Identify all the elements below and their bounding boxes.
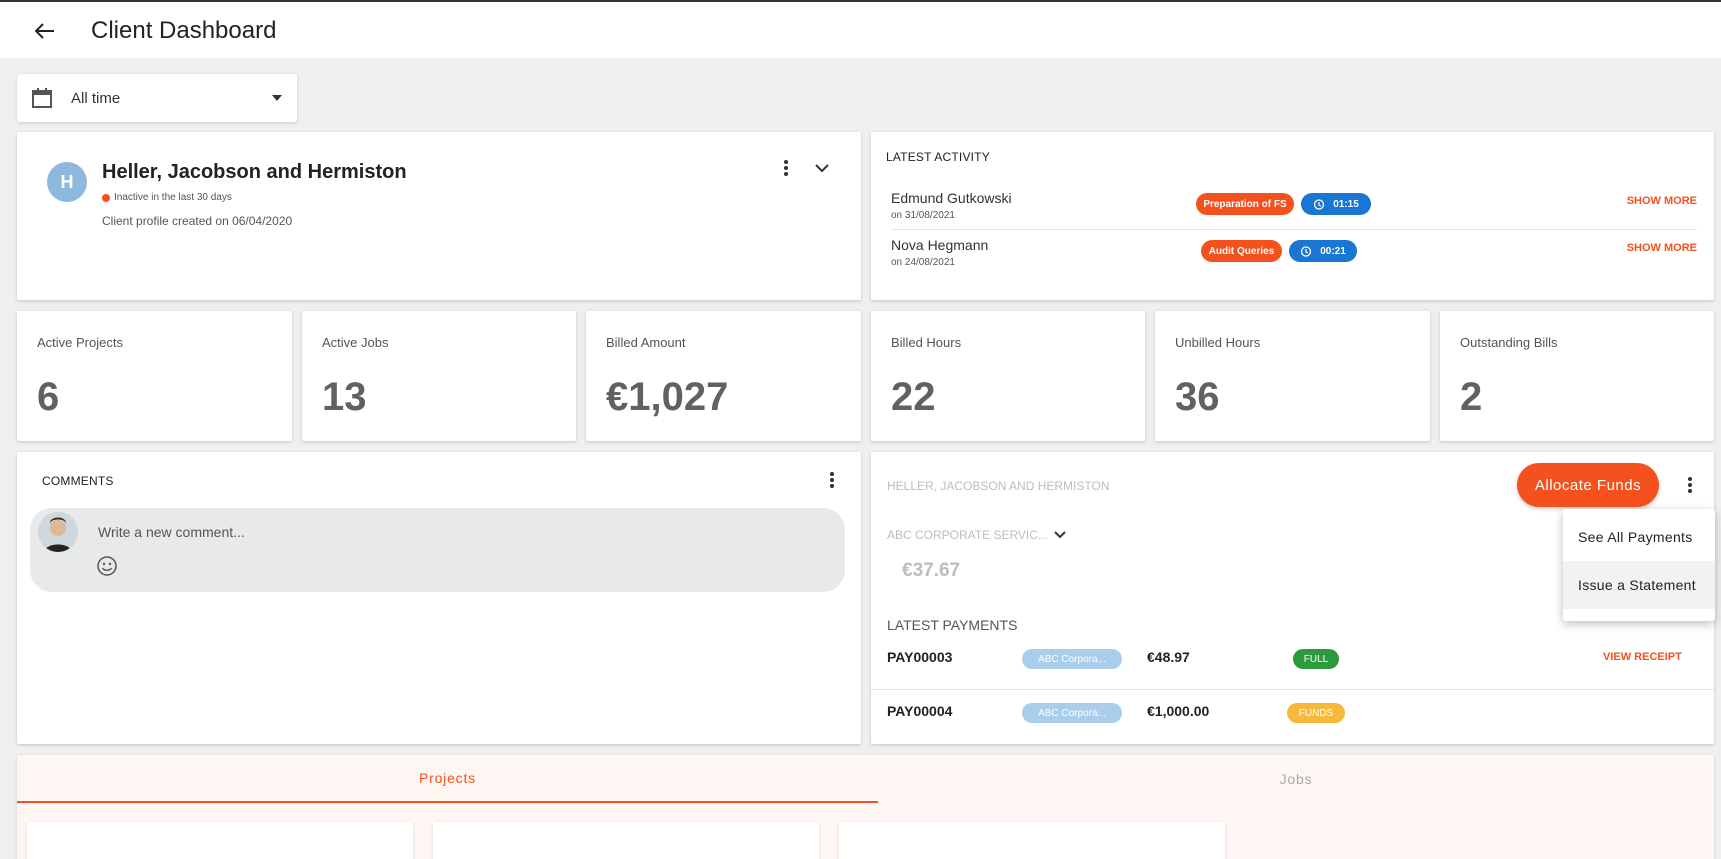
caret-down-icon: [272, 95, 282, 101]
chevron-down-icon: [815, 163, 829, 172]
account-select-value: ABC CORPORATE SERVIC...: [887, 528, 1048, 542]
client-name: Heller, Jacobson and Hermiston: [102, 161, 407, 183]
emoji-button[interactable]: [96, 555, 118, 577]
stat-value: 36: [1175, 375, 1220, 419]
comments-title: COMMENTS: [42, 474, 114, 488]
activity-time-chip: 00:21: [1289, 240, 1357, 262]
stat-card-unbilled-hours: Unbilled Hours 36: [1155, 311, 1430, 441]
menu-item-issue-statement[interactable]: Issue a Statement: [1563, 561, 1715, 609]
show-more-link[interactable]: SHOW MORE: [1627, 242, 1697, 254]
more-vert-icon: [830, 472, 834, 488]
allocate-funds-button[interactable]: Allocate Funds: [1517, 463, 1659, 507]
activity-user-name: Nova Hegmann: [891, 237, 989, 253]
stat-card-active-jobs: Active Jobs 13: [302, 311, 576, 441]
back-button[interactable]: [30, 16, 60, 46]
activity-date: on 24/08/2021: [891, 257, 955, 268]
payment-row: PAY00003 ABC Corpora... €48.97 FULL VIEW…: [871, 640, 1714, 680]
client-status-text: Inactive in the last 30 days: [114, 192, 232, 203]
stat-card-billed-hours: Billed Hours 22: [871, 311, 1145, 441]
user-avatar: [38, 512, 78, 552]
payment-account-chip: ABC Corpora...: [1022, 703, 1122, 723]
activity-time: 01:15: [1333, 198, 1359, 210]
top-bar: Client Dashboard: [0, 0, 1721, 58]
alarm-clock-icon: [1301, 246, 1312, 257]
activity-time: 00:21: [1320, 245, 1346, 257]
activity-date: on 31/08/2021: [891, 210, 955, 221]
comment-composer[interactable]: Write a new comment...: [30, 508, 845, 592]
tab-jobs[interactable]: Jobs: [878, 755, 1714, 803]
payments-client-name: HELLER, JACOBSON AND HERMISTON: [887, 479, 1110, 493]
account-dropdown-button[interactable]: [1046, 521, 1074, 549]
project-card[interactable]: [433, 822, 819, 859]
stat-card-outstanding-bills: Outstanding Bills 2: [1440, 311, 1714, 441]
comment-input[interactable]: Write a new comment...: [98, 524, 245, 540]
stat-label: Billed Amount: [606, 335, 686, 350]
comments-more-button[interactable]: [818, 466, 846, 494]
payment-id: PAY00004: [887, 703, 953, 719]
page-title: Client Dashboard: [91, 17, 277, 44]
account-select[interactable]: ABC CORPORATE SERVIC...: [887, 528, 1048, 542]
client-info-card: H Heller, Jacobson and Hermiston Inactiv…: [17, 132, 861, 300]
stat-card-active-projects: Active Projects 6: [17, 311, 292, 441]
payment-status-badge: FUNDS: [1287, 703, 1345, 723]
payment-row: PAY00004 ABC Corpora... €1,000.00 FUNDS: [871, 694, 1714, 734]
stat-value: 22: [891, 375, 936, 419]
client-expand-button[interactable]: [808, 154, 836, 182]
show-more-link[interactable]: SHOW MORE: [1627, 195, 1697, 207]
tabs-panel: Projects Jobs: [17, 755, 1714, 859]
activity-time-chip: 01:15: [1301, 193, 1371, 215]
divider: [891, 229, 1697, 230]
arrow-left-icon: [35, 23, 54, 39]
client-created-date: Client profile created on 06/04/2020: [102, 214, 293, 228]
payment-status-badge: FULL: [1293, 649, 1339, 669]
stat-label: Active Projects: [37, 335, 123, 350]
menu-item-see-all-payments[interactable]: See All Payments: [1563, 513, 1715, 561]
stat-label: Billed Hours: [891, 335, 962, 350]
status-dot: [102, 193, 110, 202]
client-avatar: H: [47, 162, 87, 202]
latest-activity-card: LATEST ACTIVITY Edmund Gutkowski on 31/0…: [871, 132, 1714, 300]
calendar-icon: [32, 88, 52, 108]
user-avatar-image: [38, 512, 78, 552]
activity-title: LATEST ACTIVITY: [886, 150, 990, 164]
activity-user-name: Edmund Gutkowski: [891, 190, 1012, 206]
activity-task-chip: Audit Queries: [1201, 240, 1282, 262]
activity-task-chip: Preparation of FS: [1196, 193, 1294, 215]
payment-amount: €1,000.00: [1147, 703, 1210, 719]
stat-value: 13: [322, 375, 367, 419]
stat-label: Active Jobs: [322, 335, 389, 350]
comments-card: COMMENTS Write a new comment...: [17, 452, 861, 744]
stat-value: 6: [37, 375, 60, 419]
stat-value: 2: [1460, 375, 1483, 419]
stat-card-billed-amount: Billed Amount €1,027: [586, 311, 861, 441]
payment-id: PAY00003: [887, 649, 953, 665]
view-receipt-link[interactable]: VIEW RECEIPT: [1603, 651, 1682, 663]
payments-menu: See All Payments Issue a Statement: [1563, 509, 1715, 621]
project-card[interactable]: [839, 822, 1225, 859]
smiley-icon: [97, 556, 117, 576]
latest-payments-title: LATEST PAYMENTS: [887, 617, 1018, 633]
date-range-select[interactable]: All time: [17, 74, 297, 122]
payment-account-chip: ABC Corpora...: [1022, 649, 1122, 669]
stat-label: Outstanding Bills: [1460, 335, 1558, 350]
client-status: Inactive in the last 30 days: [102, 192, 232, 203]
divider: [871, 689, 1714, 690]
payments-more-button[interactable]: [1676, 471, 1704, 499]
more-vert-icon: [1688, 477, 1692, 493]
client-more-button[interactable]: [772, 154, 800, 182]
tab-projects[interactable]: Projects: [17, 755, 878, 803]
date-range-value: All time: [71, 89, 121, 107]
activity-row: Edmund Gutkowski on 31/08/2021 Preparati…: [891, 184, 1697, 228]
payment-amount: €48.97: [1147, 649, 1190, 665]
project-card[interactable]: [27, 822, 413, 859]
activity-row: Nova Hegmann on 24/08/2021 Audit Queries…: [891, 231, 1697, 275]
alarm-clock-icon: [1314, 199, 1325, 210]
account-balance: €37.67: [902, 560, 961, 581]
stat-value: €1,027: [606, 375, 729, 419]
chevron-down-icon: [1054, 531, 1066, 539]
stat-label: Unbilled Hours: [1175, 335, 1261, 350]
more-vert-icon: [784, 160, 788, 176]
